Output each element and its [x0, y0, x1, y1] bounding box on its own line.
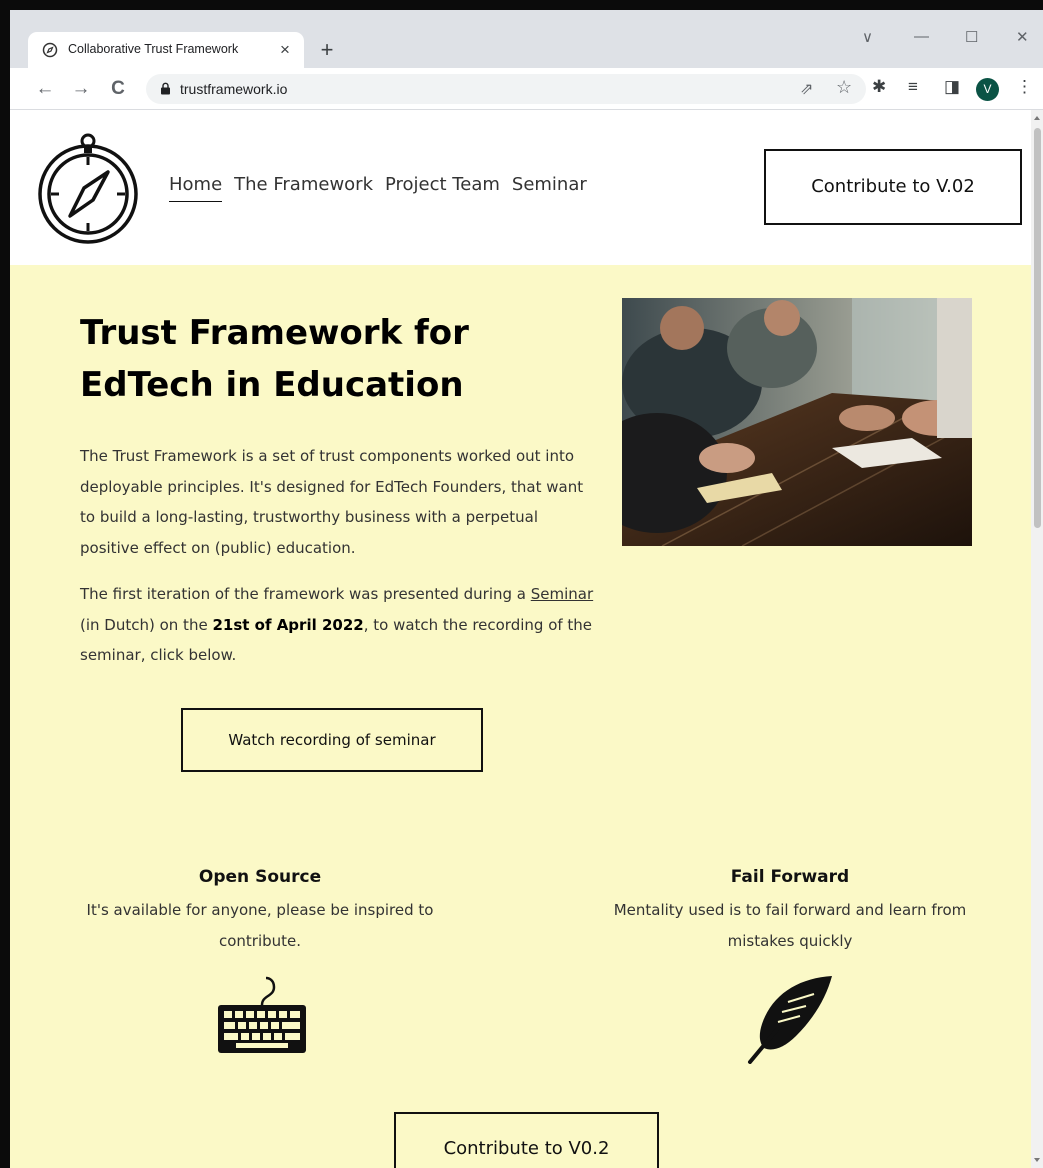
side-panel-icon[interactable]: ◨	[944, 77, 960, 97]
browser-menu-icon[interactable]: ⋮	[1016, 77, 1033, 97]
address-bar[interactable]: trustframework.io ⇗ ☆	[146, 74, 866, 104]
hero-section: Trust Framework for EdTech in Education …	[10, 265, 1031, 1168]
page-viewport: Home The Framework Project Team Seminar …	[10, 110, 1043, 1168]
lock-icon	[161, 82, 170, 95]
back-button[interactable]: ←	[32, 76, 58, 102]
scroll-up-arrow-icon[interactable]	[1034, 116, 1040, 120]
seminar-link[interactable]: Seminar	[531, 585, 593, 603]
main-nav: Home The Framework Project Team Seminar	[169, 174, 587, 202]
new-tab-button[interactable]: +	[314, 37, 340, 63]
page-scrollbar[interactable]	[1031, 110, 1043, 1168]
site-header: Home The Framework Project Team Seminar …	[10, 110, 1031, 265]
feature-description: It's available for anyone, please be ins…	[86, 901, 434, 950]
contribute-bottom-button[interactable]: Contribute to V0.2	[394, 1112, 659, 1168]
maximize-button[interactable]: ☐	[965, 28, 978, 46]
nav-the-framework[interactable]: The Framework	[234, 174, 373, 202]
feature-fail-forward: Fail Forward Mentality used is to fail f…	[585, 865, 995, 956]
seminar-date: 21st of April 2022	[212, 615, 364, 634]
intro-paragraph: The Trust Framework is a set of trust co…	[80, 447, 584, 557]
forward-button[interactable]: →	[68, 76, 94, 102]
keyboard-icon	[218, 976, 306, 1053]
media-control-icon[interactable]: ≡	[908, 77, 918, 97]
feature-open-source: Open Source It's available for anyone, p…	[65, 865, 455, 956]
url-text: trustframework.io	[180, 81, 288, 97]
nav-project-team[interactable]: Project Team	[385, 174, 500, 202]
nav-seminar[interactable]: Seminar	[512, 174, 587, 202]
tab-close-icon[interactable]: ×	[274, 39, 296, 61]
feather-icon	[748, 976, 832, 1064]
page-title: Trust Framework for EdTech in Education	[80, 313, 469, 405]
compass-logo-icon[interactable]	[36, 130, 140, 244]
browser-toolbar: ← → C trustframework.io ⇗ ☆ ✱ ≡ ◨ V ⋮	[10, 68, 1043, 110]
browser-window: Collaborative Trust Framework × + ∨ — ☐ …	[10, 10, 1043, 1168]
tab-title: Collaborative Trust Framework	[68, 42, 239, 56]
scroll-down-arrow-icon[interactable]	[1034, 1158, 1040, 1162]
reload-button[interactable]: C	[105, 76, 131, 102]
feature-description: Mentality used is to fail forward and le…	[613, 901, 967, 950]
feature-title: Open Source	[198, 867, 322, 887]
nav-home[interactable]: Home	[169, 174, 223, 202]
watch-recording-button[interactable]: Watch recording of seminar	[181, 708, 483, 772]
contribute-header-button[interactable]: Contribute to V.02	[764, 149, 1022, 225]
share-icon[interactable]: ⇗	[800, 79, 813, 99]
browser-tab[interactable]: Collaborative Trust Framework ×	[28, 32, 304, 68]
compass-favicon-icon	[42, 42, 58, 58]
seminar-text-1: The first iteration of the framework was…	[80, 585, 531, 603]
scroll-thumb[interactable]	[1034, 128, 1041, 528]
extensions-icon[interactable]: ✱	[872, 77, 886, 97]
meeting-photo	[622, 298, 972, 546]
minimize-button[interactable]: —	[914, 28, 929, 45]
profile-avatar[interactable]: V	[976, 78, 999, 101]
seminar-paragraph: The first iteration of the framework was…	[80, 579, 600, 671]
seminar-text-2: (in Dutch) on the	[80, 615, 213, 634]
close-window-button[interactable]: ✕	[1016, 28, 1029, 46]
tab-strip: Collaborative Trust Framework × + ∨ — ☐ …	[10, 10, 1043, 68]
bookmark-star-icon[interactable]: ☆	[836, 77, 852, 98]
feature-title: Fail Forward	[730, 867, 850, 887]
tab-search-chevron-icon[interactable]: ∨	[862, 28, 873, 46]
